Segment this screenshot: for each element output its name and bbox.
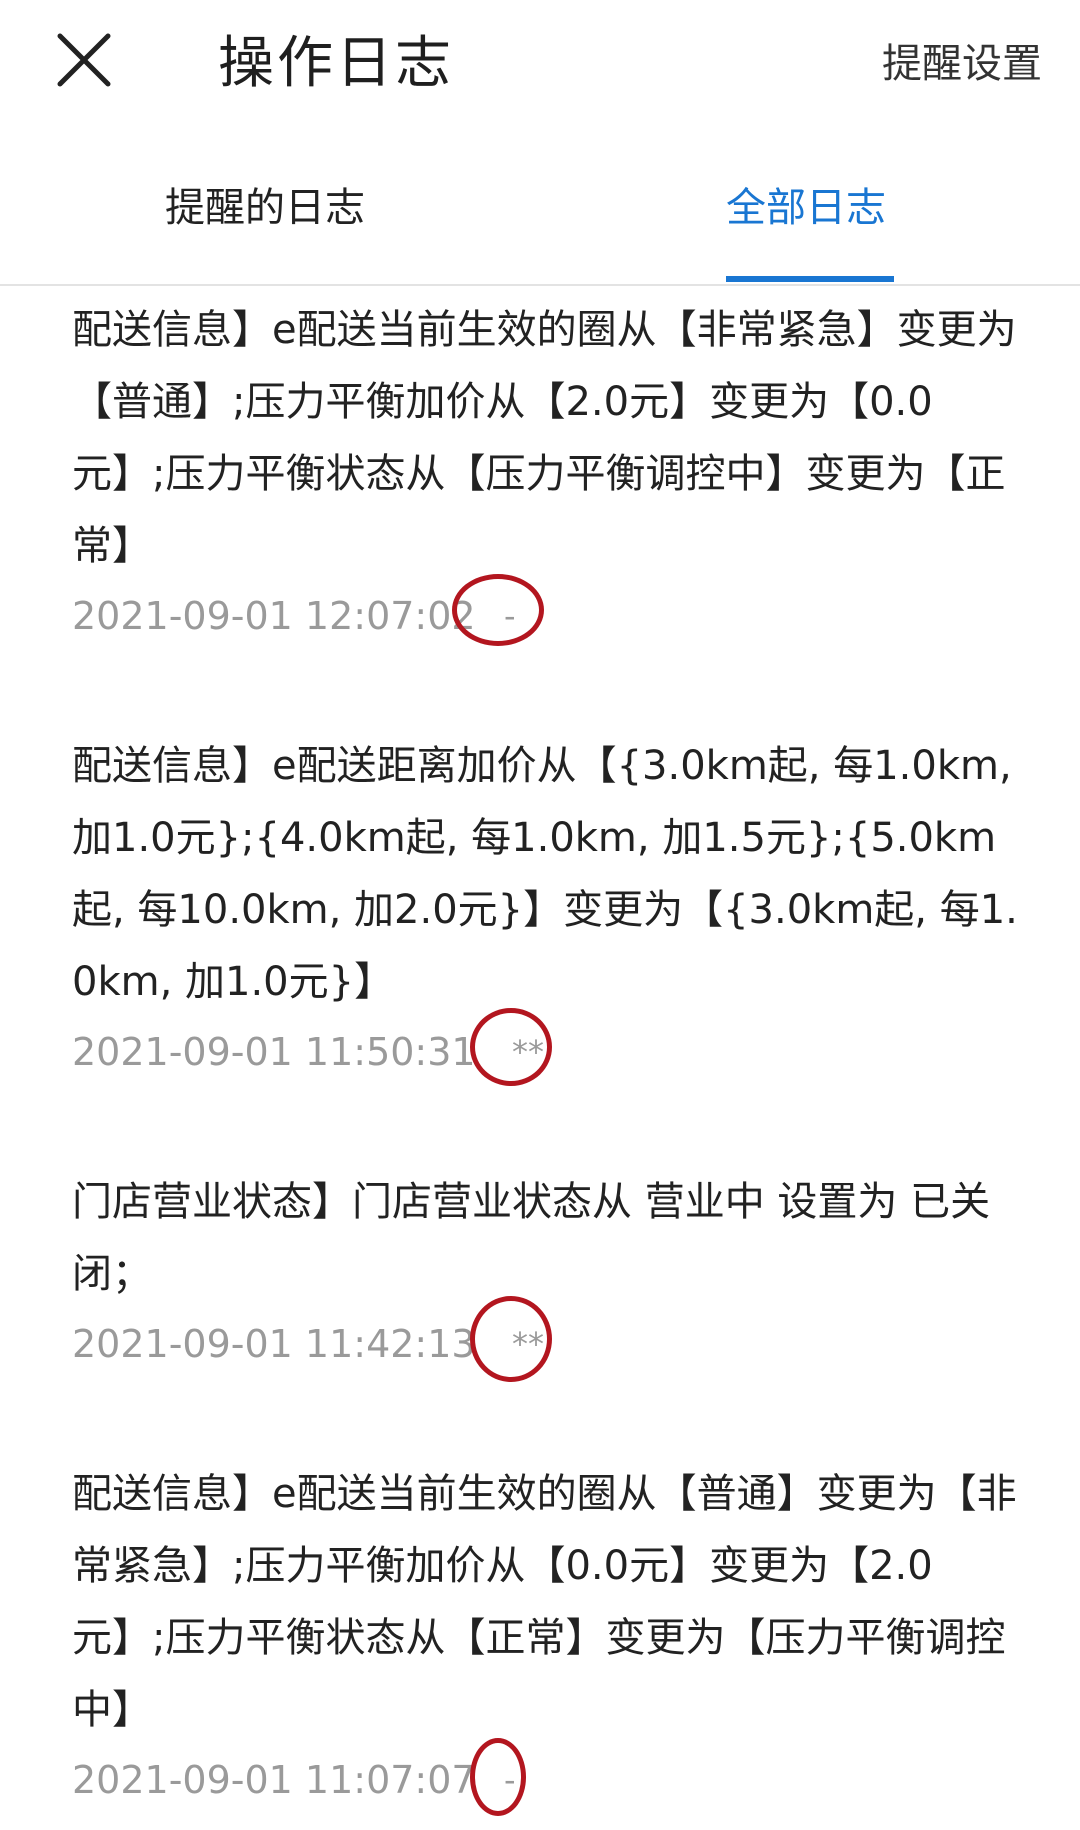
log-entry: 配送信息】e配送当前生效的圈从【非常紧急】变更为【普通】;压力平衡加价从【2.0… (0, 286, 1080, 666)
log-entry-text: 配送信息】e配送当前生效的圈从【普通】变更为【非常紧急】;压力平衡加价从【0.0… (72, 1471, 1017, 1733)
log-entry: 配送信息】e配送距离加价从【{3.0km起, 每1.0km, 加1.0元};{4… (0, 666, 1080, 1102)
tab-reminder-logs[interactable]: 提醒的日志 (165, 180, 365, 236)
log-entry-meta: 2021-09-01 11:07:07 - (72, 1738, 1020, 1830)
active-tab-indicator (726, 276, 894, 282)
log-entry-text: 门店营业状态】门店营业状态从 营业中 设置为 已关闭； (72, 1179, 991, 1297)
log-entry-meta: 2021-09-01 11:50:31 ** (72, 1008, 1020, 1102)
annotation-circle (470, 1008, 552, 1086)
log-list: 配送信息】e配送当前生效的圈从【非常紧急】变更为【普通】;压力平衡加价从【2.0… (0, 286, 1080, 1830)
log-entry-meta: 2021-09-01 11:42:13 ** (72, 1296, 1020, 1394)
log-entry-time: 2021-09-01 11:42:13 (72, 1322, 476, 1366)
log-entry: 门店营业状态】门店营业状态从 营业中 设置为 已关闭； 2021-09-01 1… (0, 1102, 1080, 1394)
tab-bar: 提醒的日志 全部日志 (0, 170, 1080, 286)
app-header: 操作日志 提醒设置 (0, 0, 1080, 140)
log-entry-text: 配送信息】e配送距离加价从【{3.0km起, 每1.0km, 加1.0元};{4… (72, 743, 1018, 1005)
annotation-circle (452, 574, 544, 646)
log-entry-time: 2021-09-01 12:07:02 (72, 594, 476, 638)
reminder-settings-button[interactable]: 提醒设置 (882, 36, 1042, 92)
tab-all-logs[interactable]: 全部日志 (726, 180, 886, 236)
log-entry-text: 配送信息】e配送当前生效的圈从【非常紧急】变更为【普通】;压力平衡加价从【2.0… (72, 307, 1017, 569)
log-entry-meta: 2021-09-01 12:07:02 - (72, 574, 1020, 666)
annotation-circle (470, 1296, 552, 1382)
log-entry: 配送信息】e配送当前生效的圈从【普通】变更为【非常紧急】;压力平衡加价从【0.0… (0, 1394, 1080, 1830)
page-title: 操作日志 (218, 31, 454, 96)
close-icon (57, 33, 111, 87)
annotation-circle (470, 1738, 526, 1816)
log-entry-time: 2021-09-01 11:50:31 (72, 1030, 476, 1074)
log-entry-time: 2021-09-01 11:07:07 (72, 1758, 476, 1802)
close-button[interactable] (48, 24, 120, 96)
